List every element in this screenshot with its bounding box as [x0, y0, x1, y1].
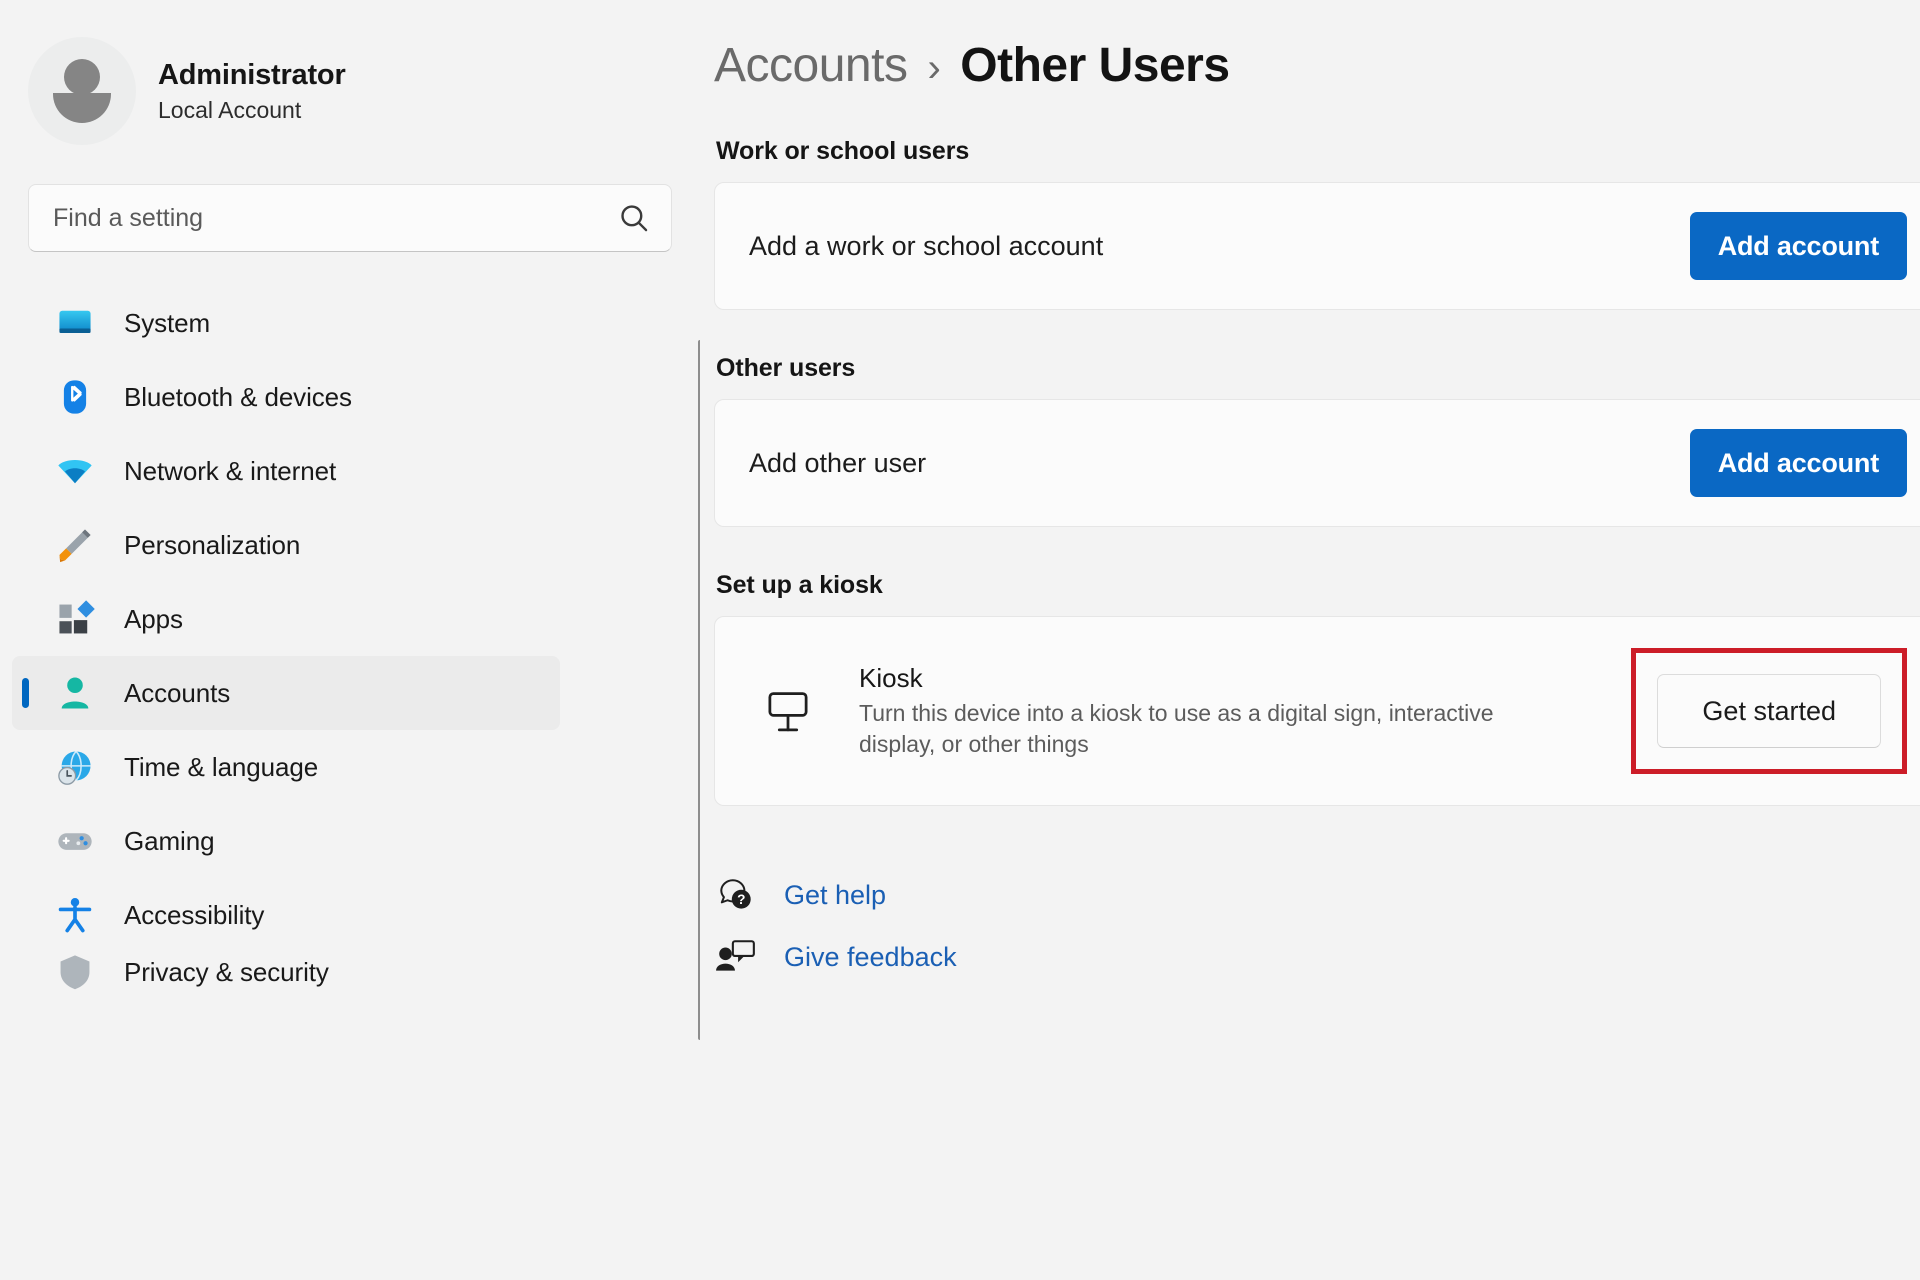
- sidebar-item-label: Privacy & security: [124, 956, 329, 987]
- sidebar-item-label: Apps: [124, 603, 183, 634]
- sidebar-item-time-language[interactable]: Time & language: [12, 730, 560, 804]
- sidebar-item-system[interactable]: System: [12, 286, 560, 360]
- sidebar-item-accessibility[interactable]: Accessibility: [12, 878, 560, 952]
- sidebar-item-gaming[interactable]: Gaming: [12, 804, 560, 878]
- sidebar-item-label: Gaming: [124, 825, 215, 856]
- accessibility-icon: [52, 892, 98, 938]
- highlight-annotation: Get started: [1631, 648, 1907, 774]
- avatar: [28, 37, 136, 145]
- sidebar-item-label: Personalization: [124, 529, 301, 560]
- svg-text:?: ?: [737, 892, 745, 907]
- other-users-card: Add other user Add account: [714, 399, 1920, 527]
- monitor-icon: [52, 300, 98, 346]
- work-or-school-label: Add a work or school account: [749, 230, 1104, 261]
- search-box[interactable]: [28, 184, 672, 252]
- breadcrumb: Accounts › Other Users: [714, 0, 1920, 93]
- page-title: Other Users: [960, 39, 1230, 92]
- sidebar: Administrator Local Account Find a setti…: [0, 0, 702, 1280]
- main-content: Accounts › Other Users Work or school us…: [700, 0, 1920, 1280]
- sidebar-item-label: Bluetooth & devices: [124, 381, 352, 412]
- sidebar-nav: System Bluetooth & devices Network & int…: [0, 286, 700, 992]
- kiosk-card: Kiosk Turn this device into a kiosk to u…: [714, 616, 1920, 806]
- gamepad-icon: [52, 818, 98, 864]
- section-title-other-users: Other users: [716, 354, 856, 382]
- settings-window: Administrator Local Account Find a setti…: [0, 0, 1920, 1280]
- account-type: Local Account: [158, 96, 302, 123]
- add-work-school-account-button[interactable]: Add account: [1689, 212, 1907, 280]
- sidebar-item-label: Accessibility: [124, 899, 265, 930]
- give-feedback-label[interactable]: Give feedback: [784, 942, 957, 973]
- shield-icon: [52, 952, 98, 992]
- sidebar-item-accounts[interactable]: Accounts: [12, 656, 560, 730]
- chevron-right-icon: ›: [927, 46, 941, 90]
- sidebar-item-label: Time & language: [124, 751, 319, 782]
- kiosk-title: Kiosk: [859, 662, 923, 693]
- sidebar-item-bluetooth-devices[interactable]: Bluetooth & devices: [12, 360, 560, 434]
- search-input[interactable]: [53, 203, 617, 233]
- apps-grid-icon: [52, 596, 98, 642]
- get-help-link[interactable]: ? Get help: [714, 864, 1920, 926]
- add-other-user-label: Add other user: [749, 447, 927, 478]
- account-header[interactable]: Administrator Local Account: [0, 0, 700, 150]
- sidebar-item-label: Accounts: [124, 677, 231, 708]
- sidebar-item-network-internet[interactable]: Network & internet: [12, 434, 560, 508]
- sidebar-item-label: System: [124, 307, 211, 338]
- bluetooth-icon: [52, 374, 98, 420]
- give-feedback-link[interactable]: Give feedback: [714, 926, 1920, 988]
- sidebar-item-label: Network & internet: [124, 455, 337, 486]
- kiosk-sign-icon: [759, 682, 817, 740]
- sidebar-item-privacy-security[interactable]: Privacy & security: [12, 952, 560, 992]
- help-question-icon: ?: [714, 873, 758, 917]
- sidebar-item-apps[interactable]: Apps: [12, 582, 560, 656]
- sidebar-item-personalization[interactable]: Personalization: [12, 508, 560, 582]
- person-avatar-icon: [64, 59, 100, 95]
- person-icon: [52, 670, 98, 716]
- paintbrush-icon: [52, 522, 98, 568]
- feedback-person-icon: [714, 935, 758, 979]
- section-title-kiosk: Set up a kiosk: [716, 571, 883, 599]
- kiosk-get-started-button[interactable]: Get started: [1657, 674, 1881, 748]
- kiosk-description: Turn this device into a kiosk to use as …: [859, 699, 1494, 757]
- breadcrumb-parent[interactable]: Accounts: [714, 38, 908, 93]
- globe-clock-icon: [52, 744, 98, 790]
- section-title-work-or-school: Work or school users: [716, 137, 970, 165]
- footer-links: ? Get help Give feedback: [714, 864, 1920, 988]
- add-other-user-button[interactable]: Add account: [1689, 429, 1907, 497]
- search-icon[interactable]: [617, 201, 651, 235]
- account-name: Administrator: [158, 58, 346, 91]
- wifi-icon: [52, 448, 98, 494]
- get-help-label[interactable]: Get help: [784, 880, 886, 911]
- work-or-school-card: Add a work or school account Add account: [714, 182, 1920, 310]
